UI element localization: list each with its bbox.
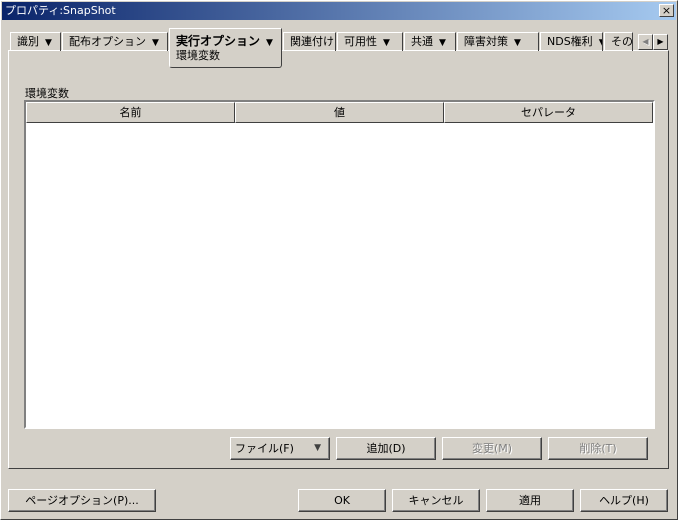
tab-nds-rights[interactable]: NDS権利 ▼ <box>540 32 603 51</box>
add-button[interactable]: 追加(D) <box>336 437 436 460</box>
chevron-down-icon: ▼ <box>514 38 521 48</box>
tab-identification[interactable]: 識別 ▼ <box>10 32 61 51</box>
environment-variables-table[interactable]: 名前 値 セパレータ <box>24 100 655 429</box>
chevron-down-icon: ▼ <box>266 38 273 48</box>
chevron-down-icon: ▼ <box>599 38 602 48</box>
apply-button[interactable]: 適用 <box>486 489 574 512</box>
tab-scroll-right-icon[interactable]: ▶ <box>653 34 668 50</box>
column-header-separator[interactable]: セパレータ <box>444 102 653 123</box>
tab-availability[interactable]: 可用性 ▼ <box>337 32 403 51</box>
file-dropdown-button[interactable]: ファイル(F) ▼ <box>230 437 330 460</box>
cancel-button[interactable]: キャンセル <box>392 489 480 512</box>
tab-label: 共通 <box>411 35 433 48</box>
chevron-down-icon: ▼ <box>383 38 390 48</box>
ok-button[interactable]: OK <box>298 489 386 512</box>
page-options-button[interactable]: ページオプション(P)... <box>8 489 156 512</box>
section-label: 環境変数 <box>25 87 69 100</box>
help-button[interactable]: ヘルプ(H) <box>580 489 668 512</box>
tab-label: 配布オプション <box>69 35 146 48</box>
file-label: ファイル(F) <box>235 442 294 455</box>
close-button[interactable]: × <box>659 4 674 17</box>
tab-other[interactable]: その <box>604 32 633 51</box>
tab-label: 識別 <box>17 35 39 48</box>
tab-label: 実行オプション <box>176 34 261 48</box>
chevron-down-icon: ▼ <box>439 38 446 48</box>
tab-fault-tolerance[interactable]: 障害対策 ▼ <box>457 32 539 51</box>
column-header-value[interactable]: 値 <box>235 102 444 123</box>
tab-label: NDS権利 <box>547 35 593 48</box>
chevron-down-icon: ▼ <box>45 38 52 48</box>
tab-associations[interactable]: 関連付け <box>283 32 336 51</box>
modify-button[interactable]: 変更(M) <box>442 437 542 460</box>
tab-distribution-options[interactable]: 配布オプション ▼ <box>62 32 168 51</box>
chevron-down-icon: ▼ <box>152 38 159 48</box>
column-header-name[interactable]: 名前 <box>26 102 235 123</box>
tab-label: 関連付け <box>290 35 334 48</box>
tab-label: 可用性 <box>344 35 377 48</box>
tab-common[interactable]: 共通 ▼ <box>404 32 456 51</box>
dropdown-arrow-icon: ▼ <box>314 443 321 453</box>
window-title: プロパティ:SnapShot <box>5 4 116 17</box>
subtab-environment-variables[interactable]: 環境変数 <box>176 49 220 63</box>
tab-run-options[interactable]: 実行オプション ▼ 環境変数 <box>169 28 282 68</box>
tab-label: 障害対策 <box>464 35 508 48</box>
title-bar: プロパティ:SnapShot <box>2 2 676 20</box>
tab-scroll-left-icon[interactable]: ◀ <box>638 34 653 50</box>
delete-button[interactable]: 削除(T) <box>548 437 648 460</box>
tab-label: その <box>611 35 633 48</box>
